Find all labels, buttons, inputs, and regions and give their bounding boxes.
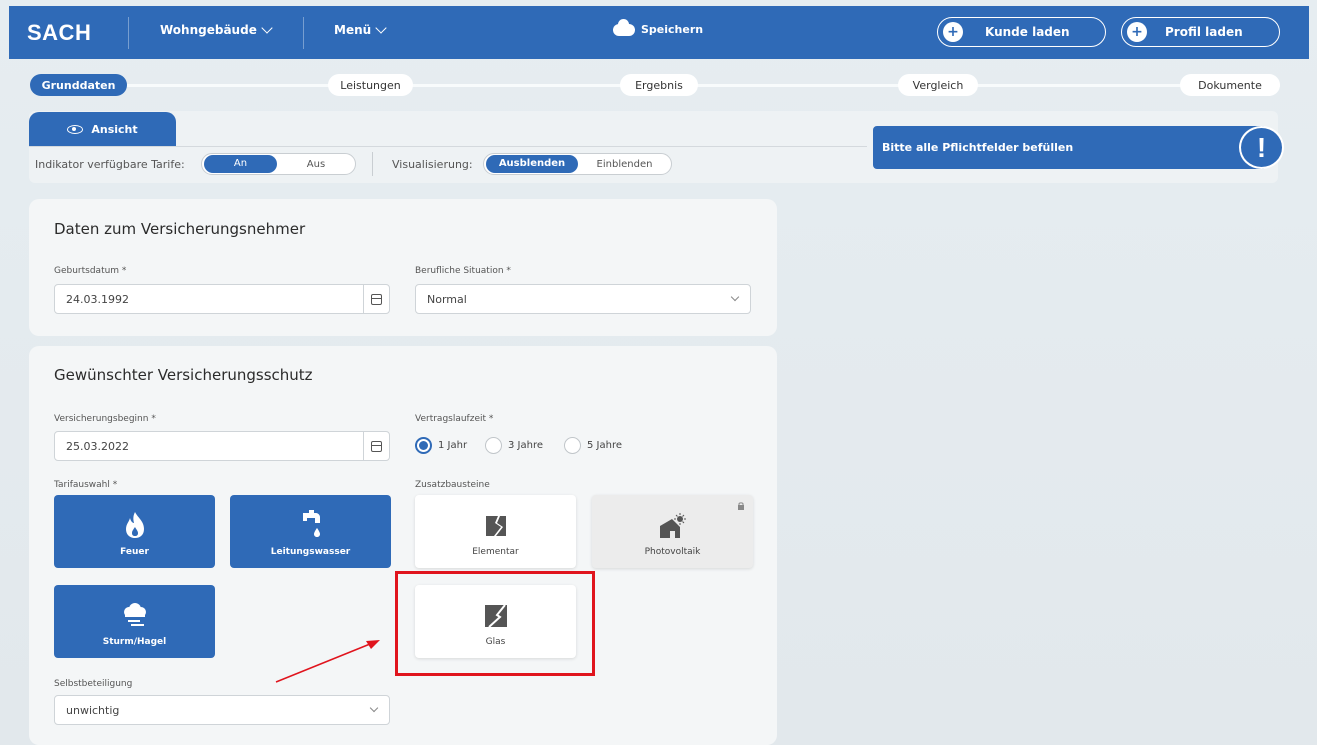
chevron-down-icon	[730, 292, 740, 302]
view-tab[interactable]: Ansicht	[29, 112, 176, 146]
visualization-label: Visualisierung:	[392, 158, 473, 171]
load-customer-label: Kunde laden	[985, 25, 1070, 39]
deductible-select[interactable]: unwichtig	[54, 695, 390, 725]
tariff-tile-water[interactable]: Leitungswasser	[230, 495, 391, 568]
nav-type-label: Wohngebäude	[160, 23, 257, 37]
exclamation-icon: !	[1239, 126, 1284, 169]
term-label: Vertragslaufzeit *	[415, 414, 494, 424]
deductible-label: Selbstbeteiligung	[54, 679, 133, 689]
solar-house-icon	[659, 513, 686, 538]
step-dokumente[interactable]: Dokumente	[1180, 74, 1280, 96]
tariff-indicator-label: Indikator verfügbare Tarife:	[35, 158, 185, 171]
start-date-field[interactable]: 25.03.2022	[54, 431, 390, 461]
input-divider	[363, 432, 364, 460]
nav-menu-dropdown[interactable]: Menü	[334, 22, 387, 37]
top-bar: SACH Wohngebäude Menü Speichern + Kunde …	[9, 6, 1309, 59]
tariff-tile-storm[interactable]: Sturm/Hagel	[54, 585, 215, 658]
term-option-3[interactable]: 3 Jahre	[485, 437, 543, 454]
highlight-box	[395, 571, 595, 676]
birthdate-value: 24.03.1992	[66, 292, 129, 306]
nav-divider	[303, 17, 304, 49]
addons-label: Zusatzbausteine	[415, 480, 490, 490]
policyholder-title: Daten zum Versicherungsnehmer	[54, 220, 306, 238]
coverage-title: Gewünschter Versicherungsschutz	[54, 366, 313, 384]
tariff-label-storm: Sturm/Hagel	[102, 637, 167, 647]
toggle-option-on[interactable]: An	[204, 155, 277, 173]
job-situation-value: Normal	[427, 292, 467, 306]
term-option-label: 1 Jahr	[438, 440, 468, 451]
progress-stepper: Grunddaten Leistungen Ergebnis Vergleich…	[30, 74, 1280, 96]
lock-icon	[738, 502, 744, 510]
nav-menu-label: Menü	[334, 23, 372, 37]
step-vergleich[interactable]: Vergleich	[898, 74, 978, 96]
term-option-label: 5 Jahre	[587, 440, 622, 451]
flame-icon	[125, 512, 144, 538]
tariff-indicator-toggle[interactable]: An Aus	[201, 153, 356, 175]
save-button[interactable]: Speichern	[613, 18, 704, 36]
chevron-down-icon	[261, 22, 273, 34]
step-leistungen[interactable]: Leistungen	[328, 74, 413, 96]
birthdate-field[interactable]: 24.03.1992	[54, 284, 390, 314]
divider	[372, 152, 373, 176]
toggle-option-off[interactable]: Aus	[277, 159, 355, 170]
calendar-icon[interactable]	[371, 294, 382, 305]
load-profile-button[interactable]: + Profil laden	[1121, 17, 1280, 47]
term-option-5[interactable]: 5 Jahre	[564, 437, 622, 454]
view-tab-label: Ansicht	[91, 122, 138, 136]
deductible-value: unwichtig	[66, 703, 120, 717]
start-date-value: 25.03.2022	[66, 439, 129, 453]
storm-cloud-icon	[123, 603, 146, 626]
term-option-label: 3 Jahre	[508, 440, 543, 451]
visualization-toggle[interactable]: Ausblenden Einblenden	[483, 153, 672, 175]
chevron-down-icon	[369, 703, 379, 713]
job-situation-label: Berufliche Situation *	[415, 266, 511, 276]
chevron-down-icon	[375, 22, 387, 34]
save-label: Speichern	[641, 23, 704, 36]
calendar-icon[interactable]	[371, 441, 382, 452]
annotation-arrow-icon	[275, 640, 380, 683]
radio-icon	[564, 437, 581, 454]
plus-icon: +	[1127, 22, 1147, 42]
job-situation-select[interactable]: Normal	[415, 284, 751, 314]
step-ergebnis[interactable]: Ergebnis	[620, 74, 698, 96]
toggle-option-hide[interactable]: Ausblenden	[486, 155, 578, 173]
addon-tile-photovoltaik[interactable]: Photovoltaik	[592, 495, 753, 568]
elementar-icon	[485, 516, 506, 536]
brand-logo: SACH	[27, 19, 92, 45]
radio-selected-icon	[415, 437, 432, 454]
start-date-label: Versicherungsbeginn *	[54, 414, 156, 424]
addon-label-photovoltaik: Photovoltaik	[644, 547, 701, 557]
cloud-icon	[613, 18, 635, 36]
eye-icon	[67, 124, 84, 134]
nav-divider	[128, 17, 129, 49]
plus-icon: +	[943, 22, 963, 42]
addon-label-elementar: Elementar	[472, 547, 519, 557]
tab-divider	[29, 146, 867, 147]
term-option-1[interactable]: 1 Jahr	[415, 437, 467, 454]
tariff-label: Tarifauswahl *	[54, 480, 118, 490]
load-profile-label: Profil laden	[1165, 25, 1243, 39]
step-grunddaten[interactable]: Grunddaten	[30, 74, 127, 96]
addon-tile-elementar[interactable]: Elementar	[415, 495, 576, 568]
tariff-label-water: Leitungswasser	[270, 547, 351, 557]
warning-text: Bitte alle Pflichtfelder befüllen	[882, 141, 1074, 154]
radio-icon	[485, 437, 502, 454]
tariff-tile-fire[interactable]: Feuer	[54, 495, 215, 568]
tariff-label-fire: Feuer	[120, 547, 149, 557]
policyholder-card: Daten zum Versicherungsnehmer Geburtsdat…	[29, 199, 777, 336]
required-fields-warning: Bitte alle Pflichtfelder befüllen	[873, 126, 1266, 169]
birthdate-label: Geburtsdatum *	[54, 266, 127, 276]
toggle-option-show[interactable]: Einblenden	[578, 159, 671, 170]
nav-type-dropdown[interactable]: Wohngebäude	[160, 22, 273, 37]
load-customer-button[interactable]: + Kunde laden	[937, 17, 1106, 47]
input-divider	[363, 285, 364, 313]
faucet-icon	[302, 510, 320, 537]
